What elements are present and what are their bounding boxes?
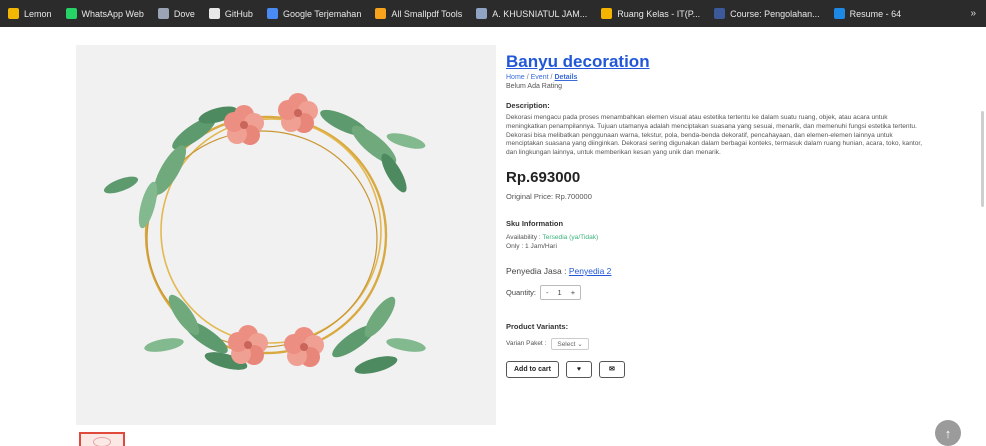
quantity-value[interactable]: 1: [558, 288, 562, 297]
leaves-top-left: [103, 106, 238, 229]
bookmark-label: Lemon: [24, 8, 52, 19]
vendor-label: Penyedia Jasa :: [506, 265, 567, 276]
bookmark-7[interactable]: Ruang Kelas - IT(P...: [601, 8, 700, 19]
sku-heading: Sku Information: [506, 218, 564, 228]
product-image[interactable]: [76, 45, 496, 425]
scroll-top-button[interactable]: ↑: [935, 420, 961, 446]
breadcrumb-details[interactable]: Details: [555, 74, 578, 81]
rating-text: Belum Ada Rating: [506, 83, 563, 90]
variant-row: Varian Paket : Select ⌄: [506, 337, 926, 350]
bookmark-2[interactable]: Dove: [157, 8, 195, 19]
bookmark-3[interactable]: GitHub: [208, 8, 253, 19]
add-to-cart-button[interactable]: Add to cart: [506, 360, 559, 378]
bookmarks-overflow-icon[interactable]: »: [970, 8, 976, 19]
product-title[interactable]: Banyu decoration: [506, 52, 926, 72]
classroom-icon: [601, 8, 613, 19]
thumbnail-preview: [93, 437, 111, 446]
message-button[interactable]: ✉: [598, 360, 625, 378]
variant-label: Varian Paket :: [506, 340, 547, 348]
page-icon: [476, 8, 488, 19]
globe-icon: [157, 8, 169, 19]
wishlist-button[interactable]: ♥: [565, 360, 592, 378]
bookmark-9[interactable]: Resume - 64: [833, 8, 902, 19]
quantity-row: Quantity: - 1 +: [506, 284, 926, 300]
course-icon: [714, 8, 726, 19]
bookmark-label: Resume - 64: [849, 8, 902, 19]
variants-heading: Product Variants:: [506, 321, 569, 331]
bookmark-label: WhatsApp Web: [81, 8, 144, 19]
bookmark-6[interactable]: A. KHUSNIATUL JAM...: [476, 8, 587, 19]
leaves-bottom-left: [144, 294, 248, 370]
github-icon: [208, 8, 220, 19]
bookmark-label: All Smallpdf Tools: [391, 8, 463, 19]
leaves-bottom-right: [332, 296, 426, 374]
quantity-stepper[interactable]: - 1 +: [540, 284, 582, 300]
bookmarks-bar: Lemon WhatsApp Web Dove GitHub Google Terjem…: [0, 0, 986, 27]
resume-icon: [833, 8, 845, 19]
breadcrumb-event[interactable]: Event: [531, 74, 549, 81]
breadcrumb: Home / Event / Details: [506, 74, 578, 81]
folder-icon: [8, 8, 19, 19]
only-info: Only : 1 Jam/Hari: [506, 242, 557, 250]
bookmark-label: Google Terjemahan: [282, 8, 362, 19]
arrow-up-icon: ↑: [944, 425, 952, 441]
quantity-plus-button[interactable]: +: [571, 288, 575, 297]
availability-label: Availability :: [506, 233, 541, 241]
heart-icon: ♥: [576, 365, 582, 373]
variant-selected: Select: [557, 340, 576, 348]
bookmark-label: A. KHUSNIATUL JAM...: [492, 8, 588, 19]
vendor: Penyedia Jasa : Penyedia 2: [506, 266, 926, 276]
description-heading: Description:: [506, 101, 550, 110]
scrollbar-thumb[interactable]: [981, 111, 984, 207]
variant-select[interactable]: Select ⌄: [551, 337, 589, 350]
envelope-icon: ✉: [609, 366, 615, 374]
bookmark-1[interactable]: WhatsApp Web: [65, 8, 144, 19]
availability-value: Tersedia (ya/Tidak): [542, 233, 599, 241]
bookmark-8[interactable]: Course: Pengolahan...: [714, 8, 820, 19]
action-buttons: Add to cart ♥ ✉: [506, 360, 926, 378]
bookmark-0[interactable]: Lemon: [8, 8, 52, 19]
whatsapp-icon: [65, 8, 77, 19]
quantity-minus-button[interactable]: -: [546, 288, 549, 297]
quantity-label: Quantity:: [506, 287, 537, 297]
bookmark-label: Course: Pengolahan...: [730, 8, 820, 19]
bookmark-5[interactable]: All Smallpdf Tools: [375, 8, 462, 19]
breadcrumb-home[interactable]: Home: [506, 74, 525, 81]
vendor-link[interactable]: Penyedia 2: [569, 266, 612, 276]
bookmark-4[interactable]: Google Terjemahan: [266, 8, 362, 19]
bookmark-label: Dove: [173, 8, 195, 19]
smallpdf-icon: [375, 8, 387, 19]
translate-icon: [266, 8, 278, 19]
product-info: Banyu decoration Home / Event / Details Belu…: [506, 52, 926, 378]
price: Rp.693000: [506, 168, 581, 186]
floral-ring-illustration: [103, 93, 426, 374]
bookmark-label: GitHub: [224, 8, 253, 19]
original-price: Original Price: Rp.700000: [506, 191, 592, 201]
availability: Availability : Tersedia (ya/Tidak): [506, 234, 926, 241]
bookmark-label: Ruang Kelas - IT(P...: [617, 8, 701, 19]
description-text: Dekorasi mengacu pada proses menambahkan…: [506, 114, 923, 157]
